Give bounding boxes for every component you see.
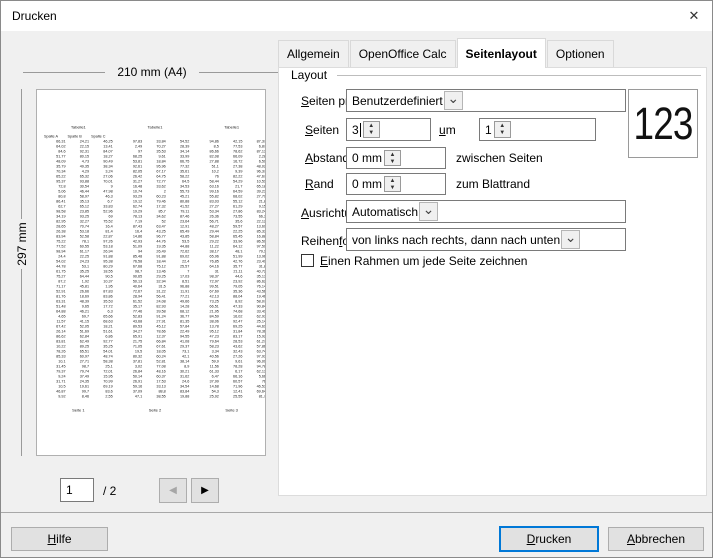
margin-spinner: ▲ ▼ (384, 176, 401, 192)
by-value: 1 (480, 123, 492, 137)
spin-up-icon[interactable]: ▲ (385, 151, 400, 158)
margin-value: 0 mm (347, 177, 382, 191)
frame-checkbox[interactable] (301, 254, 314, 267)
preview-print-page-1: Tabelle1Spalte ASpalte BSpalte C66,3124,… (43, 125, 114, 413)
margin-suffix: zum Blattrand (456, 177, 530, 191)
chevron-down-icon[interactable]: ⌄ (561, 230, 580, 249)
preview-print-page-3: Tabelle194,8642,1587,378,577,536,8786,66… (196, 125, 266, 413)
page-height-label: 297 mm (15, 214, 29, 274)
print-dialog: Drucken ✕ Allgemein OpenOffice Calc Seit… (0, 0, 713, 558)
by-label: um (439, 123, 456, 137)
by-spinner: ▲ ▼ (494, 121, 511, 138)
title-bar: Drucken ✕ (1, 1, 712, 31)
width-dimension-line-left (23, 72, 105, 73)
next-page-icon: ▶ (201, 485, 209, 496)
preview-data-row: 25,9225,5581,7 (196, 394, 266, 399)
preview-page-number-input[interactable]: 1 (60, 478, 94, 502)
preview-page-footer: Seite 3 (196, 408, 266, 413)
previous-page-icon: ◀ (169, 485, 177, 496)
distance-spinner: ▲ ▼ (384, 150, 401, 166)
preview-sheet-title: Tabelle1 (120, 125, 191, 132)
spin-down-icon[interactable]: ▼ (364, 130, 379, 138)
margin-label: Rand (305, 177, 334, 191)
orientation-select[interactable]: Automatisch ⌄ (346, 200, 626, 223)
cancel-button[interactable]: Abbrechen (608, 527, 704, 551)
width-dimension-line-right (199, 72, 279, 73)
preview-page-total: / 2 (103, 484, 116, 498)
pages-per-sheet-select[interactable]: Benutzerdefiniert ⌄ (346, 89, 626, 112)
close-icon: ✕ (689, 8, 700, 24)
tab-allgemein[interactable]: Allgemein (278, 40, 349, 67)
height-dimension-line-bottom (21, 269, 22, 456)
chevron-down-icon[interactable]: ⌄ (419, 202, 438, 221)
page-width-label: 210 mm (A4) (105, 65, 199, 79)
preview-page-number-value: 1 (66, 483, 73, 497)
preview-print-page-2: Tabelle197,8333,8454,522,4970,2728,39973… (120, 125, 191, 413)
order-select[interactable]: von links nach rechts, dann nach unten ⌄ (346, 228, 626, 251)
next-page-button[interactable]: ▶ (191, 478, 219, 503)
preview-data-row: 9,928,462,55 (43, 394, 114, 399)
layout-group-title: Layout (291, 68, 327, 82)
tab-optionen[interactable]: Optionen (547, 40, 614, 67)
preview-cell: 2,55 (90, 394, 114, 399)
help-button[interactable]: Hilfe (11, 527, 108, 551)
preview-data-row: 47,138,5519,88 (120, 394, 191, 399)
pages-per-sheet-value: Benutzerdefiniert (347, 94, 443, 108)
spin-up-icon[interactable]: ▲ (495, 122, 510, 130)
text-cursor (360, 123, 361, 137)
preview-cell: 25,92 (196, 394, 220, 399)
spin-down-icon[interactable]: ▼ (385, 158, 400, 165)
orientation-value: Automatisch (347, 205, 418, 219)
close-button[interactable]: ✕ (682, 5, 706, 27)
spin-up-icon[interactable]: ▲ (385, 177, 400, 184)
print-button[interactable]: Drucken (499, 526, 599, 552)
preview-cell: 9,92 (43, 394, 67, 399)
tab-openoffice-calc[interactable]: OpenOffice Calc (350, 40, 456, 67)
footer-separator (1, 512, 712, 513)
preview-cell: 19,88 (167, 394, 191, 399)
spin-down-icon[interactable]: ▼ (385, 184, 400, 191)
preview-page-footer: Seite 2 (120, 408, 191, 413)
pages-input[interactable]: 3 ▲ ▼ (346, 118, 431, 141)
preview-cell: 25,55 (220, 394, 244, 399)
pages-arrangement-preview: 123 (628, 89, 698, 158)
preview-cell: 38,55 (143, 394, 167, 399)
chevron-down-icon[interactable]: ⌄ (444, 91, 463, 110)
pages-value: 3 (347, 123, 359, 137)
preview-cell: 81,7 (243, 394, 266, 399)
tab-strip: Allgemein OpenOffice Calc Seitenlayout O… (278, 38, 615, 67)
previous-page-button[interactable]: ◀ (159, 478, 187, 503)
layout-group-rule (337, 75, 701, 76)
spin-up-icon[interactable]: ▲ (364, 122, 379, 130)
preview-cell: 8,46 (67, 394, 91, 399)
pages-label: Seiten (305, 123, 339, 137)
preview-cell: 47,1 (120, 394, 144, 399)
dialog-title: Drucken (12, 9, 57, 23)
preview-page-content: Tabelle1Spalte ASpalte BSpalte C66,3124,… (37, 90, 266, 456)
order-value: von links nach rechts, dann nach unten (347, 233, 560, 247)
height-dimension-line-top (21, 89, 22, 219)
spin-down-icon[interactable]: ▼ (495, 130, 510, 138)
preview-sheet-title: Tabelle1 (196, 125, 266, 132)
preview-sheet-title: Tabelle1 (43, 125, 114, 132)
distance-label: Abstand (305, 151, 349, 165)
margin-input[interactable]: 0 mm ▲ ▼ (346, 173, 446, 195)
preview-groups: Tabelle1Spalte ASpalte BSpalte C66,3124,… (37, 90, 266, 413)
preview-page: Tabelle1Spalte ASpalte BSpalte C66,3124,… (36, 89, 266, 456)
pages-arrangement-text: 123 (633, 98, 692, 150)
preview-page-footer: Seite 1 (43, 408, 114, 413)
tab-seitenlayout[interactable]: Seitenlayout (457, 38, 546, 68)
by-input[interactable]: 1 ▲ ▼ (479, 118, 596, 141)
distance-input[interactable]: 0 mm ▲ ▼ (346, 147, 446, 169)
distance-value: 0 mm (347, 151, 382, 165)
pages-spinner: ▲ ▼ (363, 121, 380, 138)
frame-checkbox-label: Einen Rahmen um jede Seite zeichnen (320, 254, 527, 268)
distance-suffix: zwischen Seiten (456, 151, 543, 165)
